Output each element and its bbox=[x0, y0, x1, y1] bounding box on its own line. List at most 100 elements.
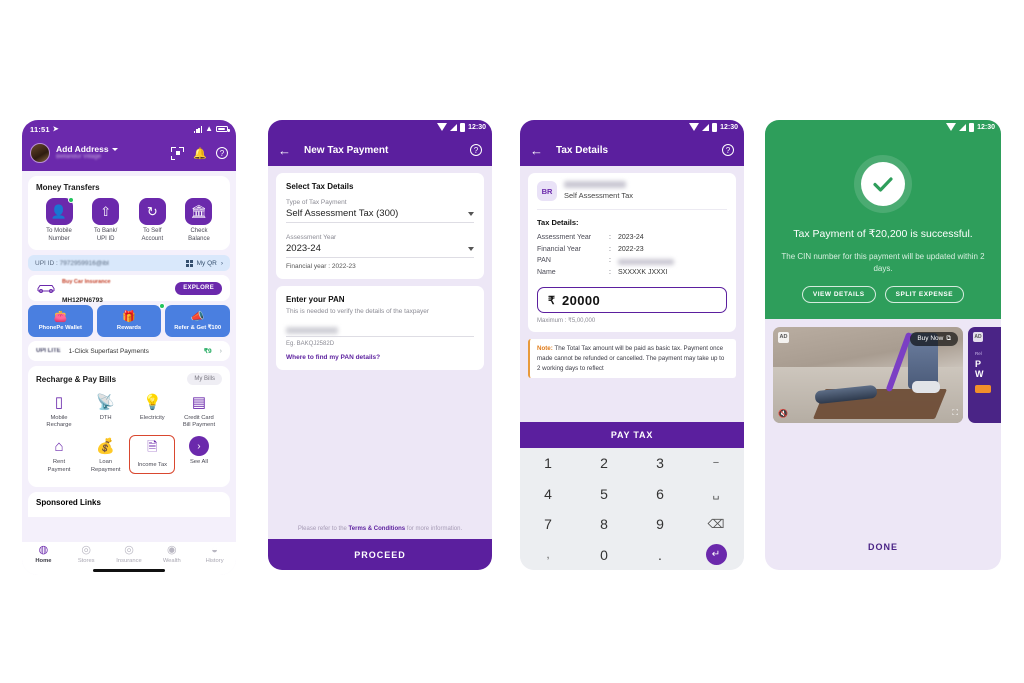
tab-label: Insurance bbox=[116, 558, 142, 564]
ad2-line1: Rel bbox=[975, 350, 982, 356]
ad-badge: AD bbox=[973, 331, 983, 342]
tax-details-card: BR Self Assessment Tax Tax Details: Asse… bbox=[528, 173, 736, 333]
wifi-icon bbox=[946, 123, 957, 131]
success-subtitle: The CIN number for this payment will be … bbox=[781, 251, 985, 273]
bell-icon[interactable]: 🔔 bbox=[193, 147, 207, 160]
bulb-icon: 💡 bbox=[142, 394, 162, 411]
bill-credit-card[interactable]: ▤ Credit Card Bill Payment bbox=[176, 391, 222, 429]
key-3[interactable]: 3 bbox=[632, 448, 688, 479]
tab-wealth[interactable]: ◉ Wealth bbox=[150, 545, 193, 565]
bill-mobile-recharge[interactable]: ▯ Mobile Recharge bbox=[36, 391, 82, 429]
key-period[interactable]: . bbox=[632, 540, 688, 571]
ad-carousel: AD Buy Now ⧉ 🔇 ⛶ AD Rel PW bbox=[765, 319, 1001, 423]
split-expense-button[interactable]: SPLIT EXPENSE bbox=[884, 285, 965, 303]
key-7[interactable]: 7 bbox=[520, 509, 576, 540]
ad-badge: AD bbox=[778, 331, 789, 343]
rewards-card[interactable]: 🎁 Rewards bbox=[96, 303, 166, 337]
key-space[interactable]: ␣ bbox=[688, 479, 744, 510]
upi-lite-row[interactable]: UPI LITE 1-Click Superfast Payments ₹9 › bbox=[28, 341, 230, 361]
bill-dth[interactable]: 📡 DTH bbox=[83, 391, 129, 429]
key-8[interactable]: 8 bbox=[576, 509, 632, 540]
back-arrow-icon[interactable]: ← bbox=[530, 143, 543, 158]
ad-card-vacuum[interactable]: AD Buy Now ⧉ 🔇 ⛶ bbox=[773, 326, 963, 423]
key-1[interactable]: 1 bbox=[520, 448, 576, 479]
mt-label: To Self bbox=[143, 228, 162, 234]
store-icon: ◎ bbox=[81, 544, 91, 556]
expand-icon[interactable]: ⛶ bbox=[952, 408, 958, 418]
bill-electricity[interactable]: 💡 Electricity bbox=[129, 391, 175, 429]
bank-icon: 🏛 bbox=[185, 198, 213, 225]
key-0[interactable]: 0 bbox=[576, 540, 632, 571]
field-label: Assessment Year bbox=[286, 234, 337, 241]
chevron-right-circle-icon: › bbox=[188, 436, 209, 457]
bill-rent-payment[interactable]: ⌂ Rent Payment bbox=[36, 435, 82, 473]
ad2-cta-button[interactable] bbox=[975, 384, 991, 393]
mt-label: Check bbox=[190, 228, 208, 234]
key-5[interactable]: 5 bbox=[576, 479, 632, 510]
refer-and-get-card[interactable]: 📣 Refer & Get ₹100 bbox=[165, 305, 231, 337]
key-4[interactable]: 4 bbox=[520, 479, 576, 510]
mt-check-balance[interactable]: 🏛 Check Balance bbox=[176, 198, 222, 243]
key-6[interactable]: 6 bbox=[632, 479, 688, 510]
mt-to-self-account[interactable]: ↻ To Self Account bbox=[129, 198, 175, 243]
amount-input[interactable]: ₹ 20000 bbox=[537, 287, 727, 314]
terms-link[interactable]: Terms & Conditions bbox=[349, 526, 406, 532]
view-details-button[interactable]: VIEW DETAILS bbox=[801, 285, 876, 303]
find-pan-details-link[interactable]: Where to find my PAN details? bbox=[286, 354, 474, 361]
detail-value: 2023-24 bbox=[618, 234, 644, 242]
bill-see-all[interactable]: › See All bbox=[176, 435, 222, 473]
key-2[interactable]: 2 bbox=[576, 448, 632, 479]
status-time: 12:30 bbox=[468, 123, 486, 131]
tab-stores[interactable]: ◎ Stores bbox=[65, 544, 108, 565]
mt-to-mobile-number[interactable]: 👤 To Mobile Number bbox=[36, 197, 82, 243]
upi-id-prefix: UPI ID : bbox=[35, 259, 58, 267]
scan-qr-icon[interactable] bbox=[171, 146, 185, 160]
mt-label: To Bank/ bbox=[93, 228, 118, 234]
done-button[interactable]: DONE bbox=[765, 542, 1001, 552]
mt-to-bank-upi[interactable]: ⇧ To Bank/UPI ID bbox=[83, 198, 129, 243]
address-selector[interactable]: Add Address Bellandur Village bbox=[56, 144, 118, 162]
detail-row: PAN : bbox=[537, 255, 727, 267]
back-arrow-icon[interactable]: ← bbox=[278, 143, 291, 158]
field-type-of-tax-payment[interactable]: Type of Tax Payment Self Assessment Tax … bbox=[286, 199, 474, 223]
ad-card-secondary[interactable]: AD Rel PW bbox=[968, 326, 1001, 423]
car-insurance-banner[interactable]: Buy Car Insurance MH12PN6793 EXPLORE bbox=[28, 275, 230, 304]
avatar[interactable] bbox=[30, 143, 50, 163]
field-assessment-year[interactable]: Assessment Year 2023-24 bbox=[286, 234, 474, 258]
proceed-button[interactable]: PROCEED bbox=[268, 539, 492, 570]
numeric-keypad: 1 2 3 − 4 5 6 ␣ 7 8 9 ⌫ , 0 . ↵ bbox=[520, 448, 744, 570]
field-value: Self Assessment Tax (300) bbox=[286, 208, 399, 219]
backspace-icon[interactable]: ⌫ bbox=[688, 509, 744, 540]
signal-icon bbox=[450, 123, 458, 131]
bill-label: Bill Payment bbox=[182, 422, 216, 429]
detail-row: Assessment Year : 2023-24 bbox=[537, 232, 727, 244]
pay-tax-button[interactable]: PAY TAX bbox=[520, 422, 744, 448]
enter-key[interactable]: ↵ bbox=[688, 540, 744, 571]
help-circle-icon[interactable]: ? bbox=[722, 144, 734, 156]
mute-icon[interactable]: 🔇 bbox=[778, 409, 788, 418]
bill-loan-repayment[interactable]: 💰 Loan Repayment bbox=[83, 435, 129, 473]
explore-button[interactable]: EXPLORE bbox=[175, 281, 222, 295]
upi-id-row[interactable]: UPI ID : 7972959916@ibl My QR › bbox=[28, 255, 230, 271]
buy-now-button[interactable]: Buy Now ⧉ bbox=[910, 331, 958, 346]
bill-income-tax[interactable]: 🗎 Income Tax bbox=[129, 435, 176, 474]
key-minus[interactable]: − bbox=[688, 448, 744, 479]
detail-key: PAN bbox=[537, 257, 551, 265]
credit-card-icon: ▤ bbox=[191, 394, 207, 411]
key-comma[interactable]: , bbox=[520, 540, 576, 571]
help-circle-icon[interactable]: ? bbox=[470, 144, 482, 156]
help-circle-icon[interactable]: ? bbox=[216, 147, 228, 159]
tab-history[interactable]: ◒ History bbox=[193, 545, 236, 565]
tab-insurance[interactable]: ◎ Insurance bbox=[108, 544, 151, 565]
tab-label: Wealth bbox=[162, 558, 181, 564]
bill-label: Repayment bbox=[90, 466, 121, 473]
upi-lite-logo: UPI LITE bbox=[36, 348, 61, 354]
shield-icon: ◎ bbox=[124, 544, 134, 556]
note-banner: Note: The Total Tax amount will be paid … bbox=[528, 339, 736, 379]
tab-home[interactable]: ◍ Home bbox=[22, 545, 65, 565]
my-bills-button[interactable]: My Bills bbox=[187, 373, 222, 385]
pan-input[interactable] bbox=[286, 326, 474, 337]
phonepe-wallet-card[interactable]: 👛 PhonePe Wallet bbox=[28, 305, 93, 337]
key-9[interactable]: 9 bbox=[632, 509, 688, 540]
qr-grid-icon bbox=[185, 259, 193, 267]
